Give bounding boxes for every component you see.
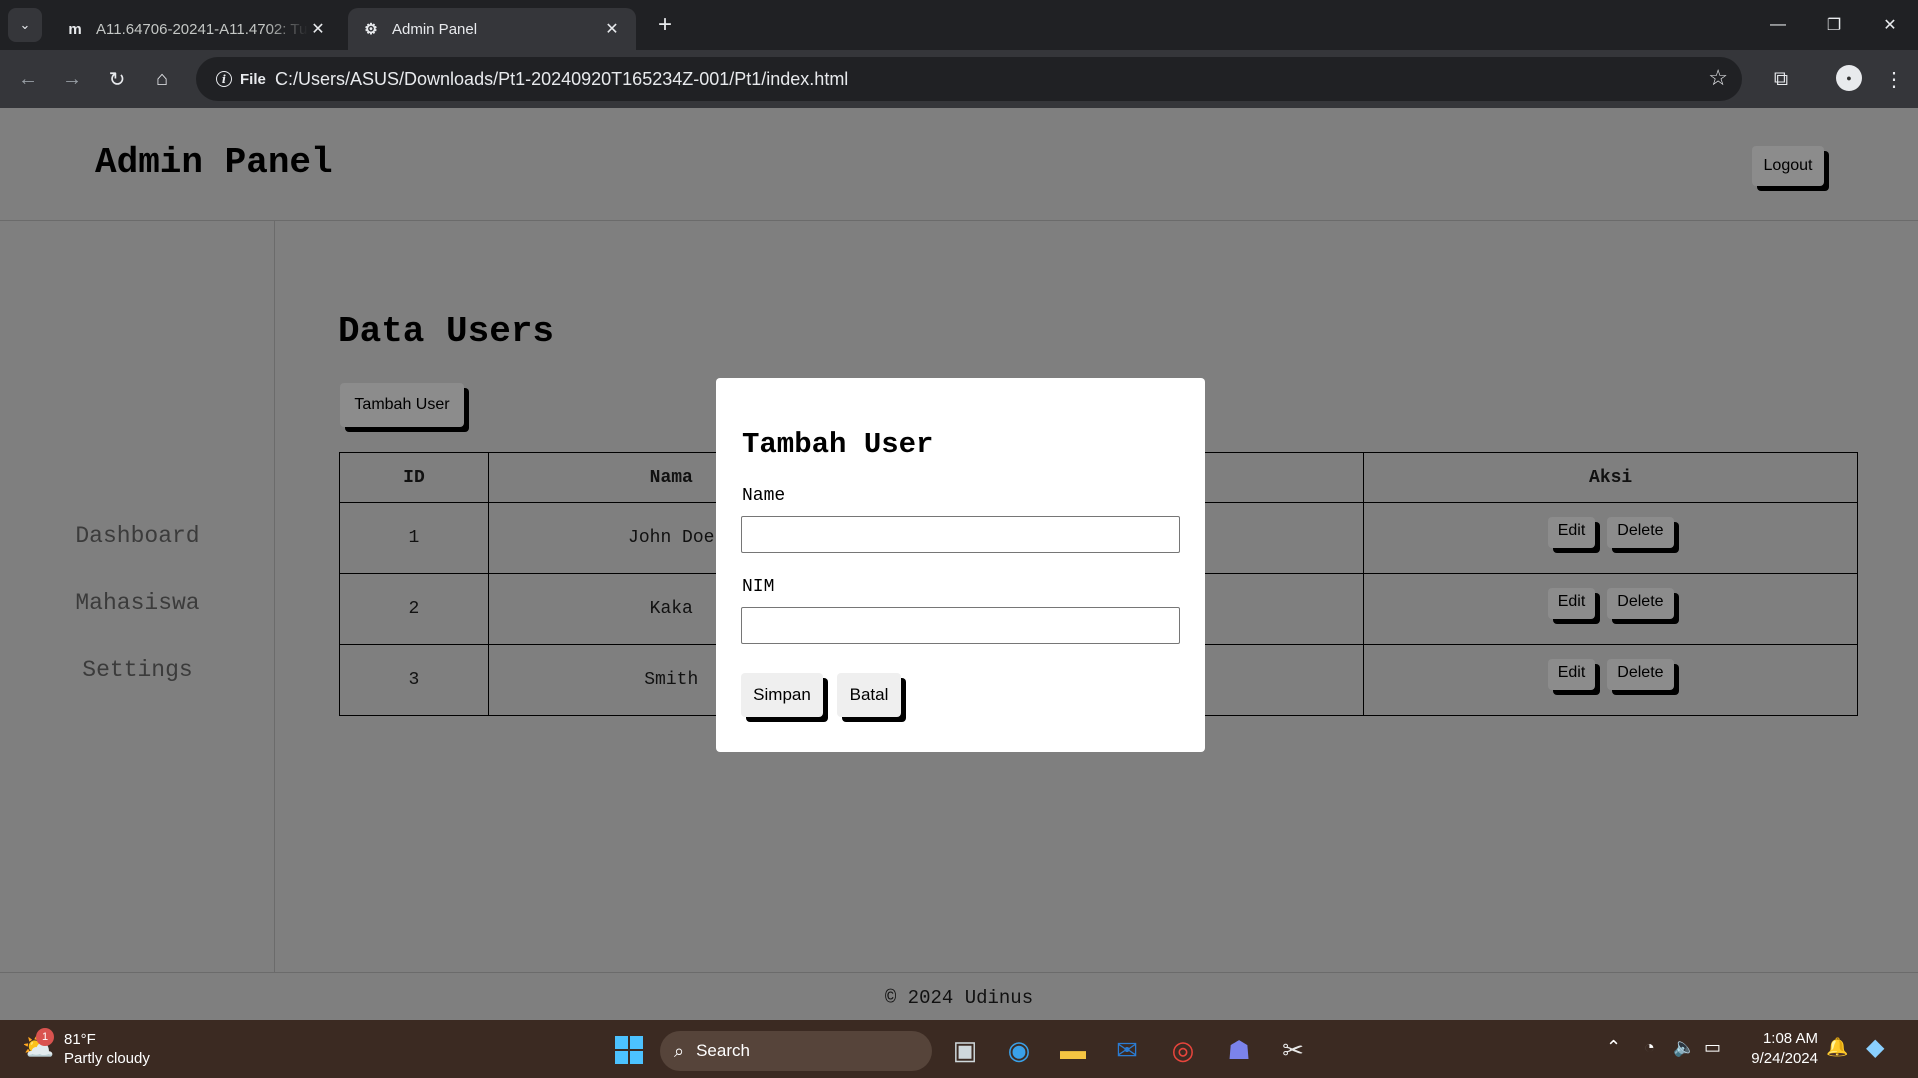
tab-search-button[interactable]: ⌄ <box>8 8 42 42</box>
search-icon: ⌕ <box>674 1040 685 1061</box>
edit-button[interactable]: Edit <box>1547 516 1596 548</box>
column-header-id: ID <box>339 452 489 503</box>
tab-title: Admin Panel <box>392 20 478 38</box>
site-info-chip[interactable]: i File <box>206 65 276 93</box>
copilot-icon[interactable]: ◆ <box>1866 1033 1884 1062</box>
weather-desc: Partly cloudy <box>64 1050 150 1067</box>
chrome-icon[interactable]: ◎ <box>1162 1029 1204 1071</box>
save-button[interactable]: Simpan <box>741 673 823 717</box>
clock-time: 1:08 AM <box>1762 1030 1818 1047</box>
weather-widget[interactable]: ⛅ 1 81°F Partly cloudy <box>22 1028 150 1068</box>
extensions-icon[interactable]: ⧉ <box>1763 61 1799 97</box>
restore-icon[interactable]: ❐ <box>1806 0 1862 50</box>
weather-temp: 81°F <box>64 1031 96 1048</box>
brand-title: Admin Panel <box>95 142 333 183</box>
tab-title: A11.64706-20241-A11.4702: Tu <box>96 20 308 38</box>
wifi-icon[interactable]: ◔ <box>1644 1037 1655 1058</box>
nim-label: NIM <box>742 577 775 597</box>
close-tab-icon[interactable]: ✕ <box>308 19 328 39</box>
home-icon[interactable]: ⌂ <box>144 61 180 97</box>
tab-admin-panel[interactable]: ⚙ Admin Panel ✕ <box>348 8 636 50</box>
notification-badge: 1 <box>36 1028 54 1046</box>
bookmark-star-icon[interactable]: ☆ <box>1708 65 1728 91</box>
edit-button[interactable]: Edit <box>1547 587 1596 619</box>
close-tab-icon[interactable]: ✕ <box>602 19 622 39</box>
reload-icon[interactable]: ↻ <box>99 61 135 97</box>
menu-kebab-icon[interactable]: ⋮ <box>1876 61 1912 97</box>
page-title: Data Users <box>338 311 555 352</box>
back-icon[interactable]: ← <box>10 61 46 97</box>
site-chip-label: File <box>240 70 266 88</box>
delete-button[interactable]: Delete <box>1607 516 1674 548</box>
cell-actions: Edit Delete <box>1363 644 1858 716</box>
chevron-up-icon[interactable]: ⌃ <box>1606 1037 1621 1058</box>
snipping-tool-icon[interactable]: ✂ <box>1272 1029 1314 1071</box>
cell-id: 1 <box>339 502 489 574</box>
sidebar-item-settings[interactable]: Settings <box>0 657 275 683</box>
clock-date: 9/24/2024 <box>1751 1050 1818 1067</box>
edit-button[interactable]: Edit <box>1547 658 1596 690</box>
moodle-favicon-icon: m <box>68 20 82 38</box>
volume-icon[interactable]: 🔈 <box>1673 1037 1695 1058</box>
cell-id: 2 <box>339 573 489 645</box>
page-header: Admin Panel Logout <box>0 108 1918 221</box>
edge-browser-icon[interactable]: ◉ <box>998 1029 1040 1071</box>
column-header-aksi: Aksi <box>1363 452 1858 503</box>
partly-cloudy-icon: ⛅ 1 <box>22 1028 56 1066</box>
info-icon: i <box>216 71 232 87</box>
clock[interactable]: 1:08 AM 9/24/2024 <box>1740 1029 1818 1069</box>
nim-input[interactable] <box>741 607 1180 644</box>
browser-toolbar: ← → ↻ ⌂ i File C:/Users/ASUS/Downloads/P… <box>0 50 1918 108</box>
cancel-button[interactable]: Batal <box>837 673 901 717</box>
windows-taskbar: ⛅ 1 81°F Partly cloudy ⌕ Search ▣ ◉ ▬ ✉ … <box>0 1020 1918 1078</box>
browser-tab-bar: ⌄ m A11.64706-20241-A11.4702: Tu ✕ ⚙ Adm… <box>0 0 1918 50</box>
sidebar-item-dashboard[interactable]: Dashboard <box>0 523 275 549</box>
tab-course[interactable]: m A11.64706-20241-A11.4702: Tu ✕ <box>52 8 342 50</box>
battery-icon[interactable]: ▭ <box>1704 1037 1721 1058</box>
file-explorer-icon[interactable]: ▬ <box>1052 1029 1094 1071</box>
close-window-icon[interactable]: ✕ <box>1862 0 1918 50</box>
cell-id: 3 <box>339 644 489 716</box>
cell-actions: Edit Delete <box>1363 502 1858 574</box>
windows-start-icon[interactable] <box>608 1029 650 1071</box>
minimize-icon[interactable]: — <box>1750 0 1806 50</box>
logout-button[interactable]: Logout <box>1752 146 1824 186</box>
url-text[interactable]: C:/Users/ASUS/Downloads/Pt1-20240920T165… <box>275 69 848 90</box>
sidebar-item-mahasiswa[interactable]: Mahasiswa <box>0 590 275 616</box>
address-bar[interactable]: i File C:/Users/ASUS/Downloads/Pt1-20240… <box>196 57 1742 101</box>
notification-bell-icon[interactable]: 🔔 <box>1826 1037 1848 1058</box>
new-tab-icon[interactable]: + <box>650 10 680 40</box>
task-view-icon[interactable]: ▣ <box>944 1029 986 1071</box>
search-label: Search <box>696 1041 750 1060</box>
forward-icon[interactable]: → <box>54 61 90 97</box>
chevron-down-icon: ⌄ <box>19 17 31 32</box>
modal-title: Tambah User <box>742 428 934 461</box>
delete-button[interactable]: Delete <box>1607 658 1674 690</box>
sidebar: Dashboard Mahasiswa Settings <box>0 221 275 972</box>
add-user-modal: Tambah User Name NIM Simpan Batal <box>716 378 1205 752</box>
add-user-button[interactable]: Tambah User <box>340 383 464 427</box>
profile-avatar-icon[interactable]: ● <box>1836 65 1862 91</box>
outlook-icon[interactable]: ✉ <box>1106 1029 1148 1071</box>
taskbar-search[interactable]: ⌕ Search <box>660 1031 932 1071</box>
teams-icon[interactable]: ☗ <box>1218 1029 1260 1071</box>
delete-button[interactable]: Delete <box>1607 587 1674 619</box>
name-label: Name <box>742 486 786 506</box>
name-input[interactable] <box>741 516 1180 553</box>
gear-link-icon: ⚙ <box>364 21 378 38</box>
cell-actions: Edit Delete <box>1363 573 1858 645</box>
page-footer: © 2024 Udinus <box>0 972 1918 1020</box>
